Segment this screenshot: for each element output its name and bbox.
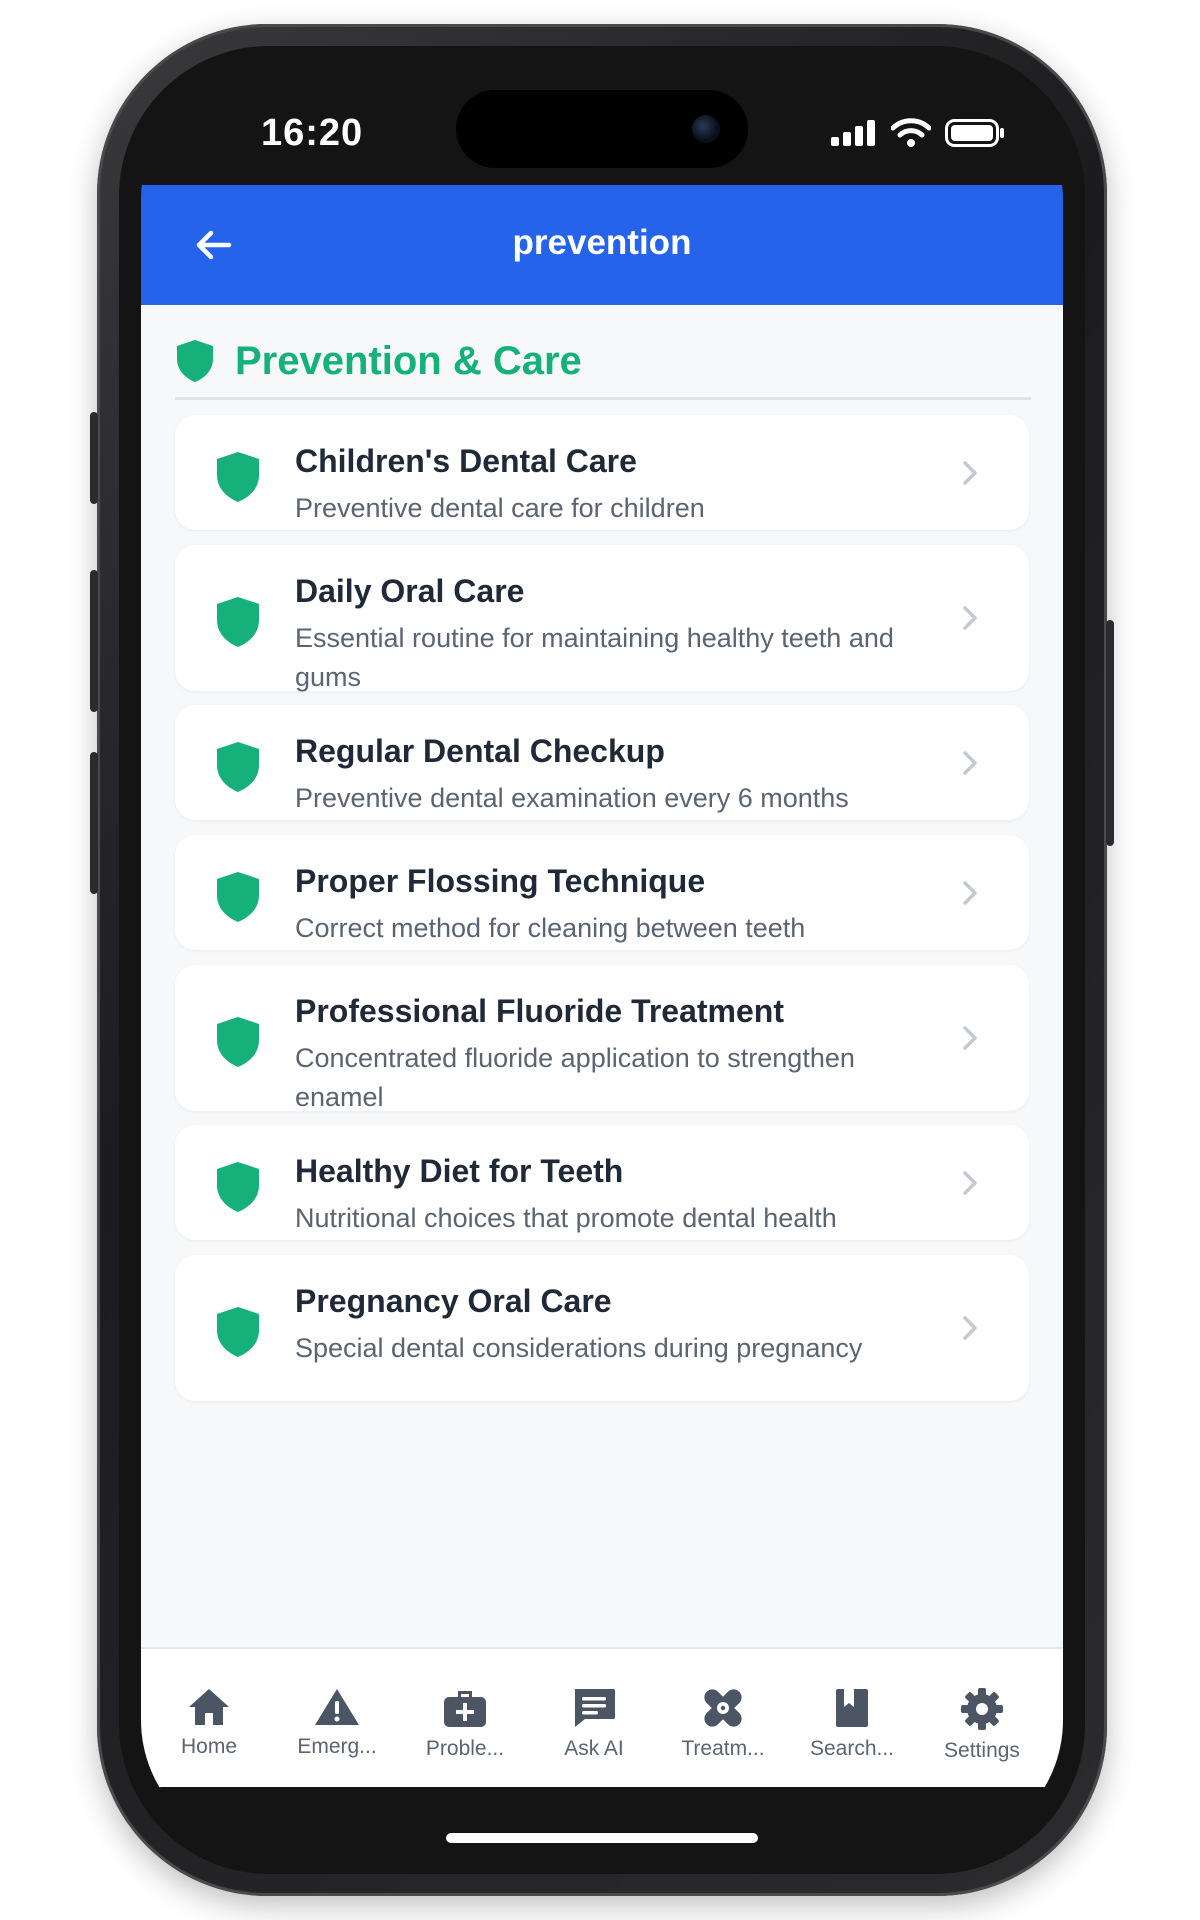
- item-title: Children's Dental Care: [295, 443, 637, 479]
- book-icon: [836, 1689, 868, 1727]
- gear-icon: [961, 1688, 1003, 1730]
- signal-icon: [831, 120, 875, 146]
- shield-icon: [217, 872, 259, 922]
- page-title: prevention: [512, 223, 692, 262]
- chevron-right-icon: [963, 606, 977, 630]
- item-description: Essential routine for maintaining health…: [295, 623, 894, 692]
- item-description: Correct method for cleaning between teet…: [295, 913, 806, 943]
- shield-icon: [217, 1162, 259, 1212]
- list-item[interactable]: Daily Oral Care Essential routine for ma…: [175, 545, 1029, 692]
- section-header: Prevention & Care: [175, 339, 1031, 400]
- list-item[interactable]: Pregnancy Oral Care Special dental consi…: [175, 1255, 1029, 1401]
- tab-problems[interactable]: Proble...: [399, 1687, 531, 1761]
- list-item[interactable]: Regular Dental Checkup Preventive dental…: [175, 705, 1029, 820]
- volume-down-button: [90, 752, 98, 894]
- item-description: Nutritional choices that promote dental …: [295, 1203, 837, 1233]
- shield-icon: [217, 452, 259, 502]
- shield-icon: [217, 742, 259, 792]
- tab-label: Emerg...: [297, 1735, 377, 1758]
- list-item[interactable]: Proper Flossing Technique Correct method…: [175, 835, 1029, 950]
- item-description: Concentrated fluoride application to str…: [295, 1043, 855, 1112]
- list-item[interactable]: Professional Fluoride Treatment Concentr…: [175, 965, 1029, 1112]
- medkit-icon: [444, 1691, 486, 1727]
- status-time: 16:20: [261, 112, 364, 154]
- tab-ask-ai[interactable]: Ask AI: [528, 1687, 660, 1761]
- volume-up-button: [90, 570, 98, 712]
- item-title: Proper Flossing Technique: [295, 863, 706, 899]
- action-button: [90, 412, 98, 504]
- content-area: Prevention & Care Children's Dental Care…: [141, 305, 1063, 1647]
- app-bar: prevention: [141, 185, 1063, 305]
- tab-emergency[interactable]: Emerg...: [271, 1687, 403, 1759]
- chevron-right-icon: [963, 1171, 977, 1195]
- tab-settings[interactable]: Settings: [916, 1687, 1048, 1763]
- section-title: Prevention & Care: [235, 339, 582, 383]
- warning-icon: [315, 1689, 359, 1725]
- list-item[interactable]: Children's Dental Care Preventive dental…: [175, 415, 1029, 530]
- power-button: [1106, 620, 1114, 846]
- tab-label: Search...: [809, 1737, 895, 1760]
- item-description: Preventive dental examination every 6 mo…: [295, 783, 849, 813]
- item-title: Regular Dental Checkup: [295, 733, 665, 769]
- item-title: Pregnancy Oral Care: [295, 1283, 612, 1319]
- tab-search[interactable]: Search...: [786, 1687, 918, 1761]
- battery-icon: [945, 119, 1004, 147]
- camera-icon: [692, 115, 720, 143]
- home-icon: [189, 1689, 229, 1725]
- screen: 16:20 prevention Prevention & Care Child…: [141, 68, 1063, 1852]
- status-icons: [831, 118, 1005, 148]
- list-item[interactable]: Healthy Diet for Teeth Nutritional choic…: [175, 1125, 1029, 1240]
- chevron-right-icon: [963, 881, 977, 905]
- wifi-icon: [891, 118, 931, 147]
- shield-icon: [217, 1307, 259, 1357]
- item-description: Preventive dental care for children: [295, 493, 705, 523]
- tab-treatments[interactable]: Treatm...: [657, 1687, 789, 1761]
- shield-icon: [177, 340, 213, 382]
- item-title: Professional Fluoride Treatment: [295, 993, 784, 1029]
- tab-label: Settings: [944, 1739, 1020, 1762]
- bandage-icon: [704, 1689, 742, 1727]
- tab-label: Home: [180, 1735, 238, 1758]
- item-description: Special dental considerations during pre…: [295, 1333, 863, 1363]
- chat-icon: [574, 1689, 615, 1727]
- tab-label: Treatm...: [681, 1737, 765, 1760]
- item-title: Daily Oral Care: [295, 573, 525, 609]
- item-title: Healthy Diet for Teeth: [295, 1153, 624, 1189]
- home-indicator-area: [141, 1787, 1063, 1852]
- tab-label: Ask AI: [564, 1737, 624, 1760]
- bottom-tab-bar: Home Emerg... Proble... Ask AI Treatm...…: [141, 1647, 1063, 1789]
- shield-icon: [217, 1017, 259, 1067]
- chevron-right-icon: [963, 461, 977, 485]
- dynamic-island: [456, 90, 748, 168]
- chevron-right-icon: [963, 1316, 977, 1340]
- chevron-right-icon: [963, 751, 977, 775]
- tab-label: Proble...: [425, 1737, 505, 1760]
- chevron-right-icon: [963, 1026, 977, 1050]
- shield-icon: [217, 597, 259, 647]
- home-indicator[interactable]: [446, 1833, 758, 1843]
- tab-home[interactable]: Home: [143, 1687, 275, 1759]
